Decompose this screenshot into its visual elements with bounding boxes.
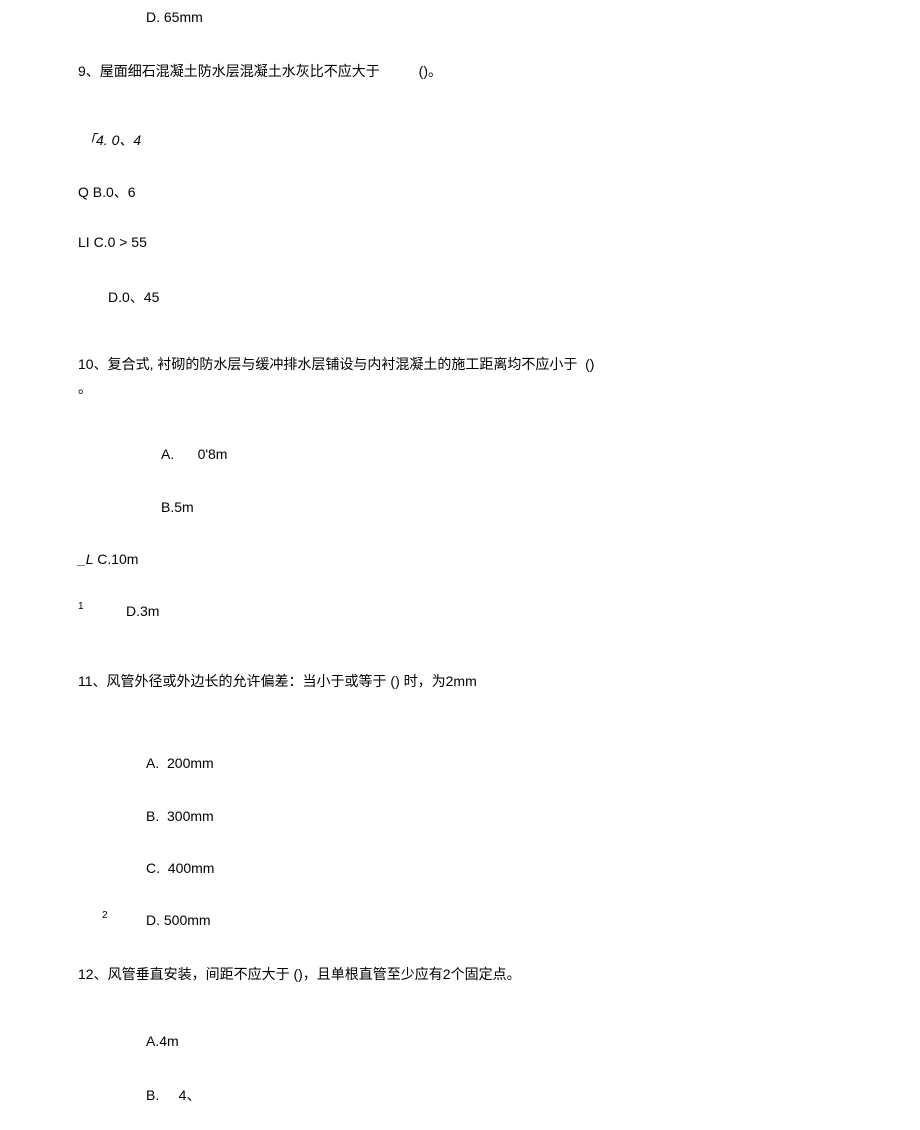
q11-option-b: B. 300mm xyxy=(146,808,214,824)
q9-option-d: D.0、45 xyxy=(108,287,159,307)
q12-stem: 12、风管垂直安装，间距不应大于 ()，且单根直管至少应有2个固定点。 xyxy=(78,964,521,984)
q9-stem: 9、屋面细石混凝土防水层混凝土水灰比不应大于 ()。 xyxy=(78,61,442,81)
q11-stem: 11、风管外径或外边长的允许偏差：当小于或等于 () 时，为2mm xyxy=(78,671,477,691)
q8-option-d: D. 65mm xyxy=(146,9,203,25)
q10-stem-tail: 。 xyxy=(78,378,92,398)
q11-option-d-prefix: 2 xyxy=(102,910,108,921)
q10-option-b: B.5m xyxy=(161,499,194,515)
q10-option-c-text: C.10m xyxy=(97,551,138,567)
q11-option-c: C. 400mm xyxy=(146,860,214,876)
q10-option-c-prefix-text: _L xyxy=(78,551,97,567)
q10-option-d-prefix: 1 xyxy=(78,601,84,612)
q12-option-b: B. 4、 xyxy=(146,1085,200,1105)
q10-option-d: D.3m xyxy=(126,603,159,619)
q9-option-a: 「4. 0、4 xyxy=(82,130,141,150)
q9-option-c: LI C.0 > 55 xyxy=(78,234,147,250)
q12-option-a: A.4m xyxy=(146,1033,179,1049)
q10-option-c-prefix: _L C.10m xyxy=(78,551,138,567)
q10-stem: 10、复合式, 衬砌的防水层与缓冲排水层铺设与内衬混凝土的施工距离均不应小于 (… xyxy=(78,354,594,374)
q11-option-a: A. 200mm xyxy=(146,755,214,771)
q9-option-b: Q B.0、6 xyxy=(78,182,136,202)
q11-option-d: D. 500mm xyxy=(146,912,211,928)
q10-option-a: A. 0'8m xyxy=(161,446,227,462)
